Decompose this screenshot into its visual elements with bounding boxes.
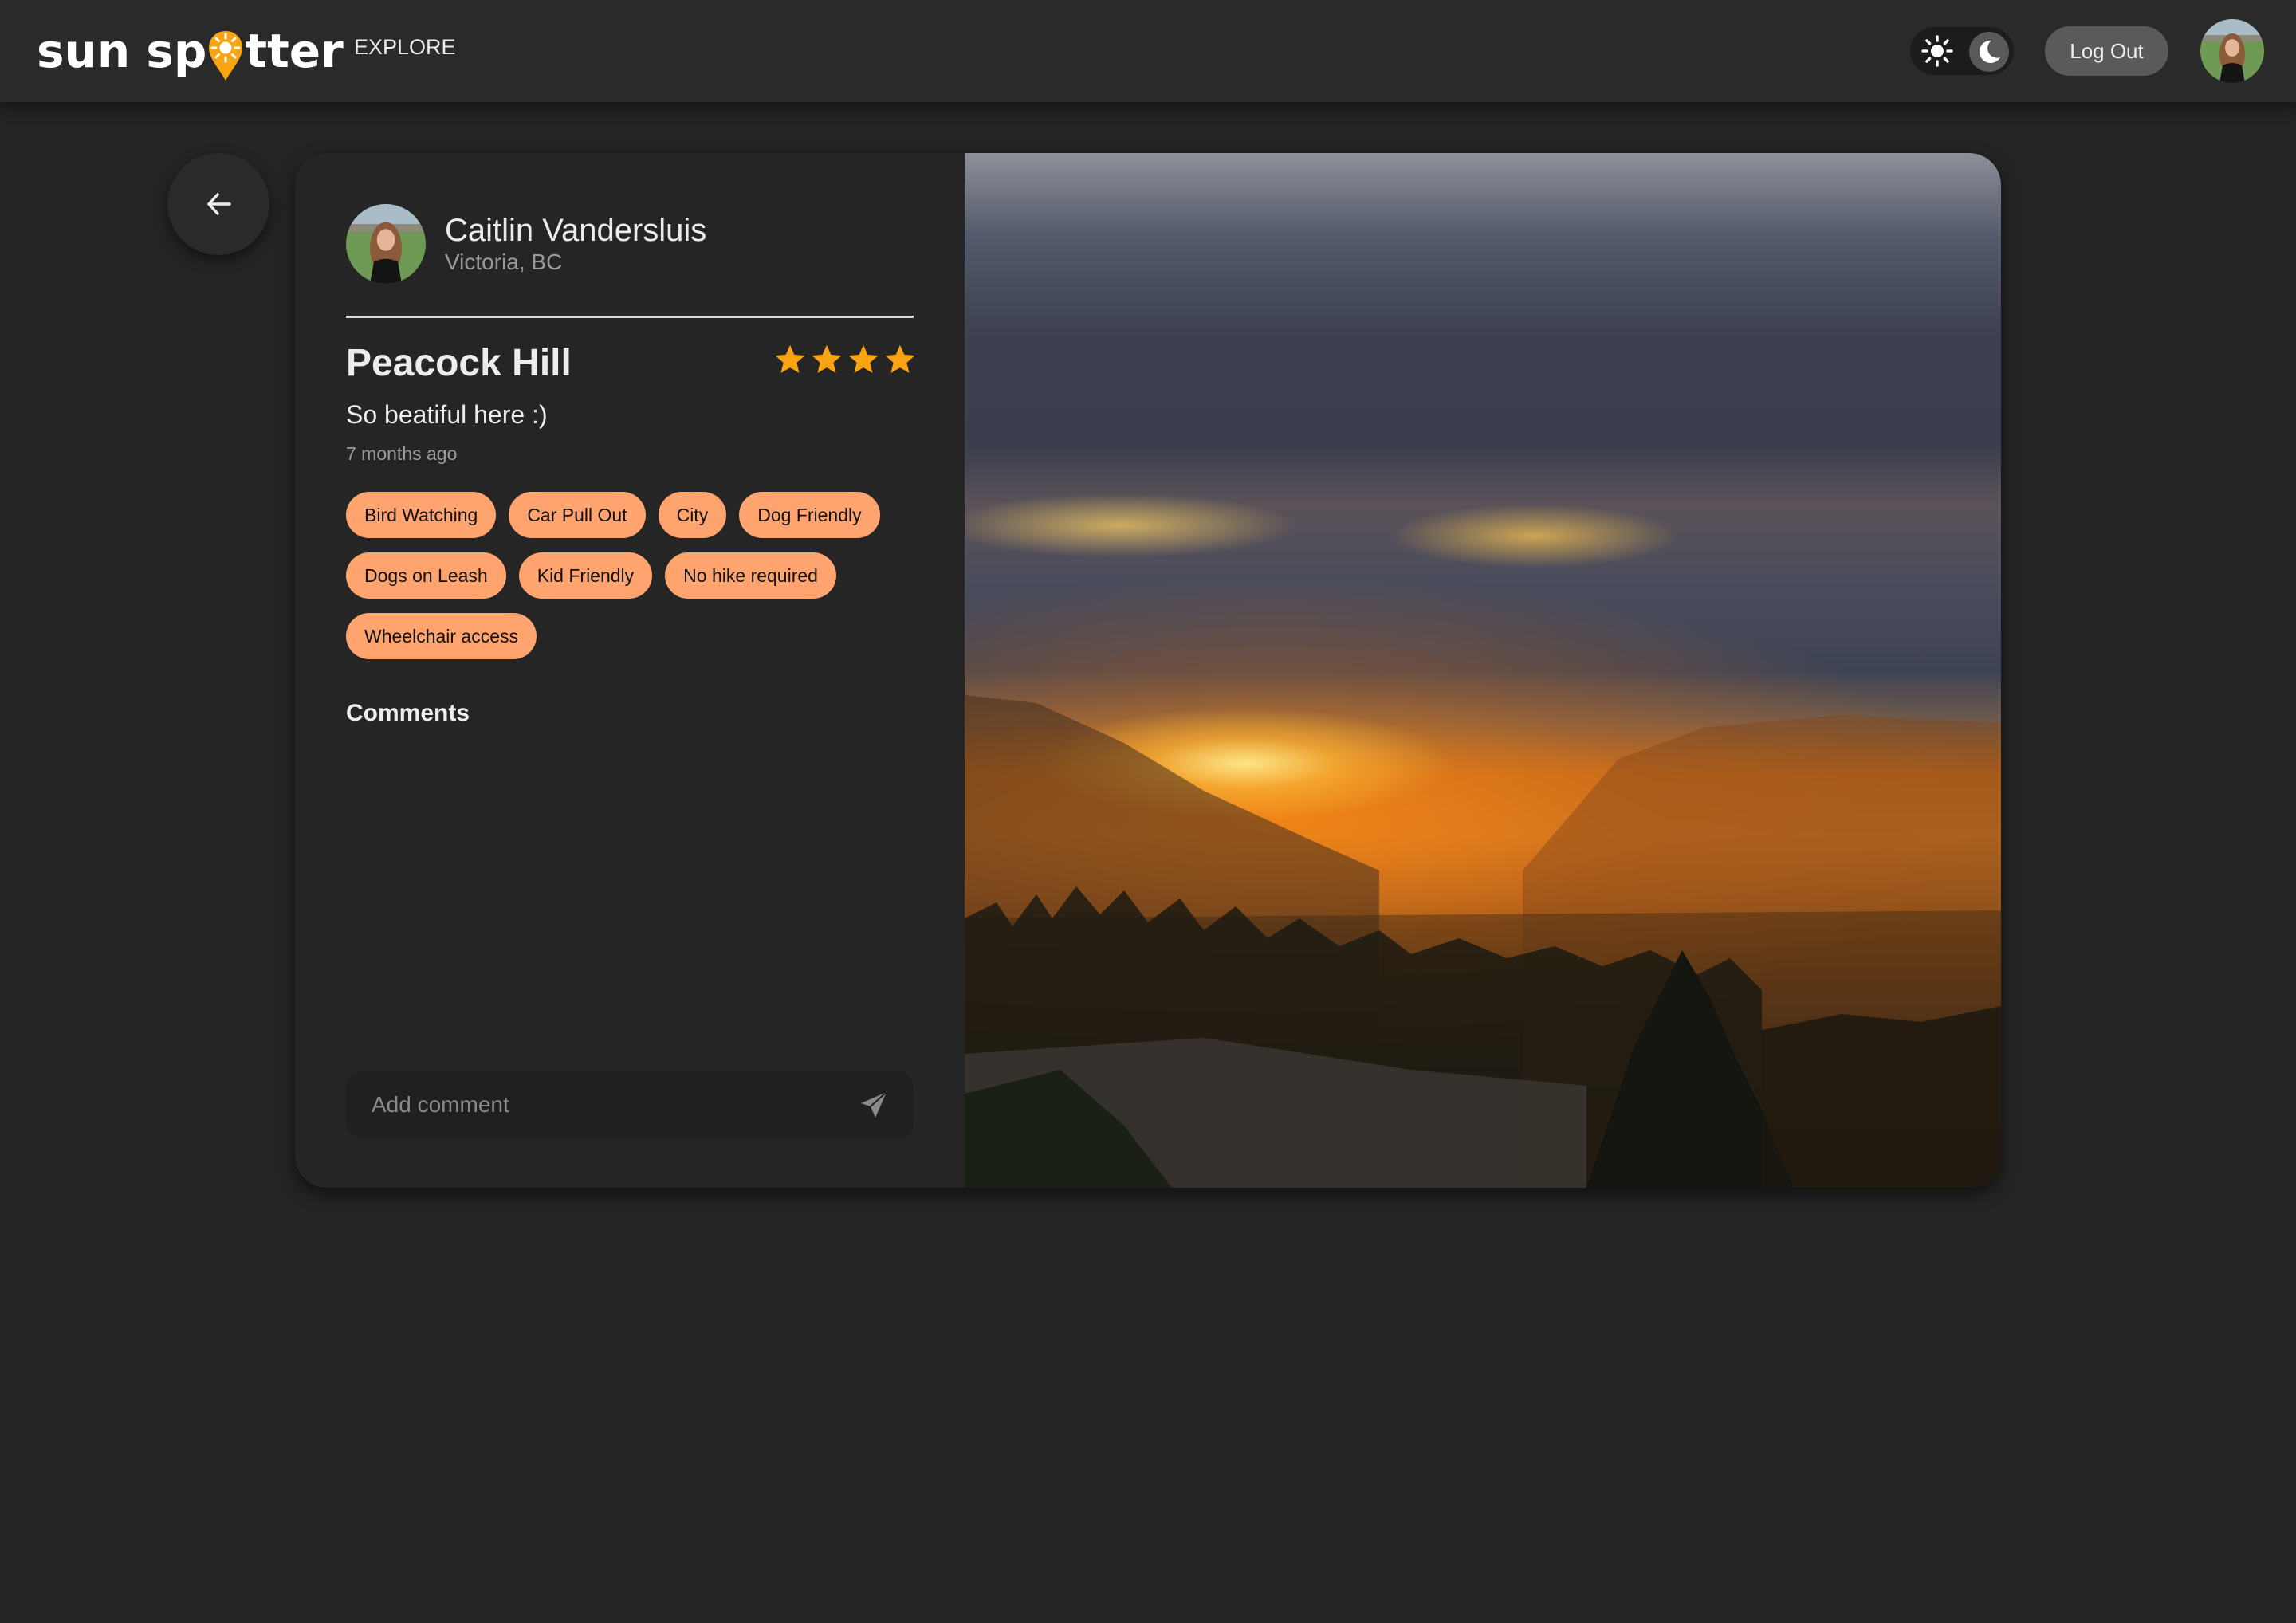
send-icon [861,1091,887,1118]
comments-heading: Comments [346,700,470,726]
star-icon [775,344,805,373]
star-icon [885,344,915,373]
theme-toggle[interactable] [1910,27,2014,75]
tag-chip[interactable]: No hike required [665,552,836,599]
tag-list: Bird Watching Car Pull Out City Dog Friendl… [346,492,936,659]
star-icon [848,344,879,373]
tag-chip[interactable]: Kid Friendly [518,552,653,599]
comment-input[interactable] [346,1091,850,1118]
dark-mode-knob[interactable] [1969,32,2009,72]
star-rating [773,343,917,376]
moon-icon [1979,40,2000,63]
post-timestamp: 7 months ago [346,443,458,464]
tag-chip[interactable]: City [658,492,727,538]
author-info: Caitlin Vandersluis Victoria, BC [346,204,706,284]
tag-chip[interactable]: Wheelchair access [346,613,537,659]
arrow-left-icon [207,193,231,215]
post-title: Peacock Hill [346,342,572,384]
top-nav-bar: sun sp tter EXPLORE Log Out [0,0,2296,102]
author-location: Victoria, BC [445,250,563,274]
sunset-over-valley-photo [965,153,2001,1188]
back-button[interactable] [167,153,269,255]
user-avatar[interactable] [2200,19,2264,83]
tag-chip[interactable]: Dog Friendly [739,492,880,538]
tag-chip[interactable]: Bird Watching [346,492,497,538]
send-comment-button[interactable] [850,1081,898,1129]
sun-spotter-logo[interactable]: sun sp tter [37,18,344,84]
post-description: So beatiful here :) [346,400,548,429]
logo-text-left: sun sp [37,24,207,78]
post-card: Caitlin Vandersluis Victoria, BC Peacock… [295,153,2001,1188]
nav-explore-link[interactable]: EXPLORE [354,35,456,60]
author-photo [346,204,426,284]
sun-pin-icon [209,31,243,81]
logout-button[interactable]: Log Out [2045,26,2168,76]
author-avatar[interactable] [346,204,426,284]
sun-icon[interactable] [1921,35,1953,67]
divider [346,316,914,318]
tag-chip[interactable]: Dogs on Leash [346,552,506,599]
photo-landscape [965,695,2001,1188]
logo-text-right: tter [245,24,344,78]
author-name[interactable]: Caitlin Vandersluis [445,212,706,249]
tag-chip[interactable]: Car Pull Out [509,492,646,538]
avatar-photo [2200,19,2264,83]
star-icon [812,344,842,373]
post-details-panel: Caitlin Vandersluis Victoria, BC Peacock… [295,153,965,1188]
comment-form [346,1071,914,1138]
